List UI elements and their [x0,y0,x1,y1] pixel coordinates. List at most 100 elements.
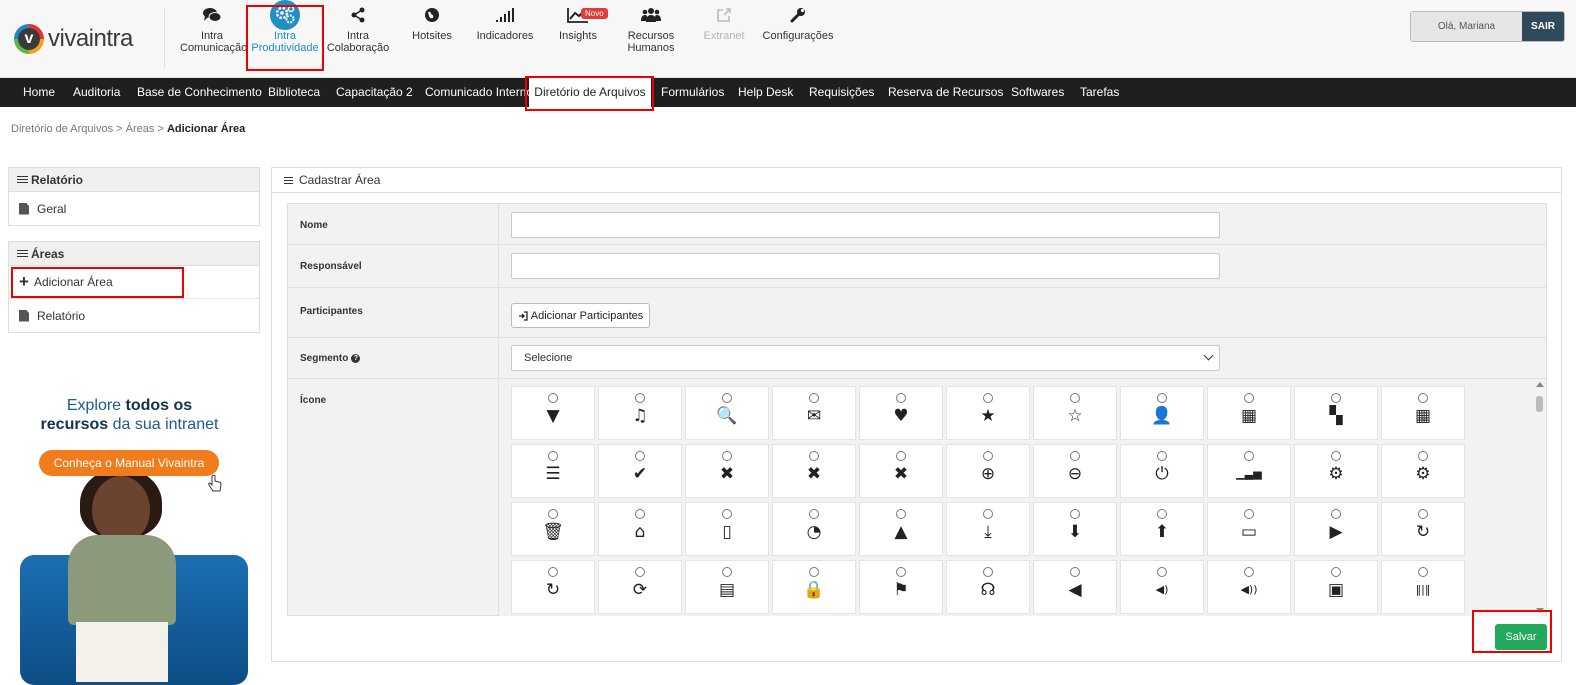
icon-option-radio[interactable] [983,509,993,519]
breadcrumb-link-diretorio[interactable]: Diretório de Arquivos [11,123,113,135]
menu-item-requisicoes[interactable]: Requisições [809,78,874,107]
icon-option[interactable]: ▭ [1207,502,1291,556]
icon-option[interactable]: ▚ [1294,386,1378,440]
icon-option-radio[interactable] [635,567,645,577]
icon-option[interactable]: ▲ [859,502,943,556]
icon-option-radio[interactable] [1157,509,1167,519]
menu-item-home[interactable]: Home [23,78,55,107]
add-participants-button[interactable]: Adicionar Participantes [511,303,650,328]
responsavel-input[interactable] [511,253,1220,279]
icon-option-radio[interactable] [722,567,732,577]
sidebar-item-relatorio[interactable]: Relatório [9,299,259,332]
icon-option-radio[interactable] [722,451,732,461]
icon-option[interactable]: ◀) [1120,560,1204,614]
icon-option-radio[interactable] [635,393,645,403]
icon-option-radio[interactable] [983,567,993,577]
icon-option-radio[interactable] [1070,509,1080,519]
icon-option-radio[interactable] [809,509,819,519]
icon-option-radio[interactable] [722,509,732,519]
icon-option[interactable]: ▣ [1294,560,1378,614]
menu-item-capacitacao-2[interactable]: Capacitação 2 [336,78,413,107]
icon-option[interactable]: ✖ [859,444,943,498]
menu-item-formularios[interactable]: Formulários [661,78,724,107]
breadcrumb-link-areas[interactable]: Áreas [126,123,155,135]
icon-option-radio[interactable] [1418,509,1428,519]
icon-option[interactable]: ⤓ [946,502,1030,556]
menu-item-reserva-de-recursos[interactable]: Reserva de Recursos [888,78,1003,107]
icon-option[interactable]: ‖|‖ [1381,560,1465,614]
icon-option-radio[interactable] [1418,567,1428,577]
icon-option[interactable]: 🗑 [511,502,595,556]
icon-option[interactable]: ✖ [772,444,856,498]
icon-option-radio[interactable] [896,451,906,461]
icon-option[interactable]: ◀)) [1207,560,1291,614]
icon-picker-scrollbar[interactable] [1533,379,1546,616]
icon-option[interactable]: ▶ [1294,502,1378,556]
icon-option[interactable]: ⟳ [598,560,682,614]
icon-option[interactable]: 🔍 [685,386,769,440]
icon-option-radio[interactable] [1331,451,1341,461]
icon-option[interactable]: ⬇ [1033,502,1117,556]
icon-option[interactable]: ✖ [685,444,769,498]
icon-option[interactable]: ★ [946,386,1030,440]
menu-item-auditoria[interactable]: Auditoria [73,78,120,107]
icon-option-radio[interactable] [1157,451,1167,461]
vivaintra-logo[interactable]: v vivaintra [14,24,133,54]
icon-option-radio[interactable] [548,567,558,577]
icon-option-radio[interactable] [1157,393,1167,403]
icon-option-radio[interactable] [1070,451,1080,461]
icon-option[interactable]: ▤ [685,560,769,614]
icon-option[interactable]: ⚑ [859,560,943,614]
user-greeting[interactable]: Olá, Mariana [1411,12,1522,41]
menu-item-tarefas[interactable]: Tarefas [1080,78,1119,107]
icon-option-radio[interactable] [1244,509,1254,519]
icon-option[interactable]: 🔒 [772,560,856,614]
icon-option[interactable]: ▼ [511,386,595,440]
icon-option[interactable]: ◔ [772,502,856,556]
icon-option-radio[interactable] [896,567,906,577]
icon-option-radio[interactable] [1244,393,1254,403]
segmento-select[interactable]: Selecione [511,345,1220,371]
icon-option[interactable]: ⚙ [1381,444,1465,498]
icon-option[interactable]: ☊ [946,560,1030,614]
icon-option[interactable]: ☰ [511,444,595,498]
icon-option-radio[interactable] [635,509,645,519]
module-intra-colaboracao[interactable]: Intra Colaboração [326,0,390,64]
scroll-up-arrow[interactable] [1536,382,1544,387]
icon-option-radio[interactable] [1418,393,1428,403]
icon-option-radio[interactable] [896,509,906,519]
icon-option-radio[interactable] [1244,567,1254,577]
icon-option-radio[interactable] [1070,567,1080,577]
icon-option[interactable]: ✔ [598,444,682,498]
menu-item-comunicado-interno[interactable]: Comunicado Interno [425,78,533,107]
icon-option-radio[interactable] [548,393,558,403]
icon-option-radio[interactable] [1331,509,1341,519]
icon-option[interactable]: ♥ [859,386,943,440]
icon-option[interactable]: ▦ [1381,386,1465,440]
icon-option-radio[interactable] [1070,393,1080,403]
icon-option-radio[interactable] [809,393,819,403]
icon-option-radio[interactable] [548,509,558,519]
icon-option-radio[interactable] [1331,393,1341,403]
icon-option[interactable]: ⊕ [946,444,1030,498]
menu-item-diretorio-de-arquivos[interactable]: Diretório de Arquivos [529,78,651,107]
icon-option[interactable]: ↻ [511,560,595,614]
manual-banner[interactable]: Explore todos os recursos da sua intrane… [12,380,257,685]
icon-option[interactable]: ☆ [1033,386,1117,440]
save-button[interactable]: Salvar [1495,624,1547,650]
icon-option[interactable]: ↻ [1381,502,1465,556]
menu-item-base-de-conhecimento[interactable]: Base de Conhecimento [137,78,262,107]
module-intra-produtividade[interactable]: Intra Produtividade [250,0,320,64]
logout-button[interactable]: SAIR [1522,12,1564,41]
icon-option[interactable]: ♫ [598,386,682,440]
module-configuracoes[interactable]: Configurações [762,0,834,64]
icon-option[interactable]: ⊖ [1033,444,1117,498]
banner-cta-button[interactable]: Conheça o Manual Vivaintra [39,450,219,476]
icon-option-radio[interactable] [722,393,732,403]
icon-option[interactable]: ▁▃▅ [1207,444,1291,498]
scroll-down-arrow[interactable] [1536,608,1544,613]
icon-option-radio[interactable] [1157,567,1167,577]
icon-option-radio[interactable] [896,393,906,403]
module-recursos-humanos[interactable]: Recursos Humanos [620,0,682,64]
icon-option-radio[interactable] [983,393,993,403]
